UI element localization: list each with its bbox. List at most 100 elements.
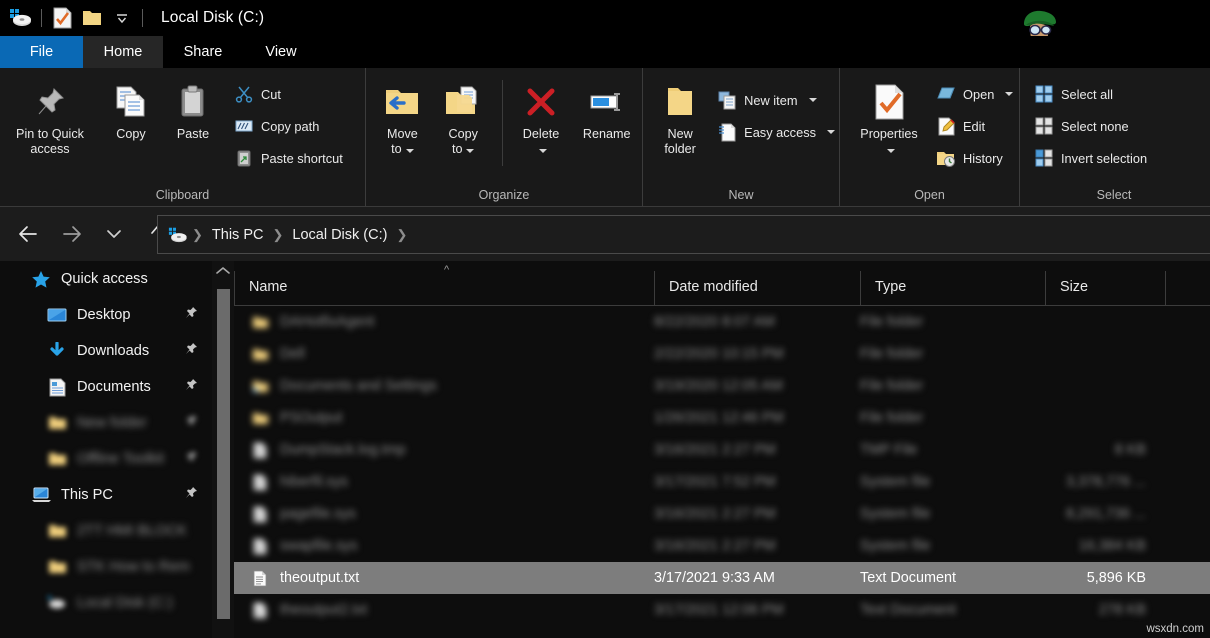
toolbar-divider (41, 9, 42, 27)
scrollbar-thumb[interactable] (217, 289, 230, 619)
table-row[interactable]: theoutput2.txt 3/17/2021 12:06 PM Text Doc… (234, 594, 1210, 626)
sidebar-item-documents[interactable]: Documents (0, 369, 212, 405)
folder-icon (46, 413, 68, 433)
navigation-pane-scrollbar[interactable] (212, 261, 234, 638)
chevron-down-icon[interactable] (827, 130, 835, 134)
pin-icon[interactable] (184, 414, 198, 434)
select-none-button[interactable]: Select none (1030, 110, 1151, 142)
sidebar-item-downloads[interactable]: Downloads (0, 333, 212, 369)
scissors-icon (234, 84, 254, 104)
new-folder-icon (662, 80, 698, 124)
sidebar-item-redacted-1[interactable]: New folder (0, 405, 212, 441)
breadcrumb-local-disk[interactable]: Local Disk (C:) (287, 227, 392, 243)
copy-to-button[interactable]: Copy to (433, 76, 494, 157)
pin-icon[interactable] (184, 378, 198, 398)
paste-shortcut-button[interactable]: Paste shortcut (230, 142, 347, 174)
sidebar-item-redacted-3[interactable]: 2TT HMI BLOCK (0, 513, 212, 549)
cell-type: File folder (860, 410, 924, 426)
documents-icon (46, 377, 68, 397)
tab-share[interactable]: Share (163, 36, 243, 68)
chevron-down-icon[interactable] (1005, 92, 1014, 96)
chevron-down-icon[interactable] (887, 149, 895, 153)
sidebar-item-redacted-2[interactable]: Offline Toolkit (0, 441, 212, 477)
new-folder-icon[interactable] (77, 3, 107, 33)
scroll-up-icon[interactable] (212, 261, 234, 281)
sidebar-item-label: Downloads (77, 343, 150, 359)
open-button[interactable]: Open (932, 78, 1017, 110)
cut-button[interactable]: Cut (230, 78, 347, 110)
copy-path-button[interactable]: Copy path (230, 110, 347, 142)
paste-button[interactable]: Paste (162, 76, 224, 142)
cell-file-name: Dell (234, 345, 654, 363)
cell-date-modified: 2/22/2020 10:15 PM (654, 346, 784, 362)
cell-type: Text Document (860, 570, 956, 586)
column-header-date-modified[interactable]: Date modified (654, 271, 860, 305)
sidebar-item-redacted-5[interactable]: Local Disk (C:) (0, 585, 212, 621)
ribbon: Pin to Quick access Copy Paste Cut Copy … (0, 68, 1210, 207)
file-name-label: hiberfil.sys (280, 474, 348, 490)
invert-selection-button[interactable]: Invert selection (1030, 142, 1151, 174)
new-item-button[interactable]: New item (713, 84, 839, 116)
cell-date-modified: 3/17/2021 12:06 PM (654, 602, 784, 618)
pin-icon[interactable] (184, 342, 198, 362)
cell-file-name: DumpStack.log.tmp (234, 441, 654, 459)
column-header-size[interactable]: Size (1045, 271, 1165, 305)
tab-file[interactable]: File (0, 36, 83, 68)
edit-button[interactable]: Edit (932, 110, 1017, 142)
chevron-down-icon[interactable] (808, 98, 817, 102)
pin-icon[interactable] (184, 306, 198, 326)
column-header-name[interactable]: Name (234, 271, 654, 305)
copy-icon (112, 80, 150, 124)
breadcrumb-this-pc[interactable]: This PC (207, 227, 269, 243)
properties-icon (872, 80, 906, 124)
rename-button[interactable]: Rename (571, 76, 642, 142)
pin-to-quick-access-button[interactable]: Pin to Quick access (0, 76, 100, 157)
cell-file-name: pagefile.sys (234, 505, 654, 523)
tab-home[interactable]: Home (83, 36, 163, 68)
recent-locations-button[interactable] (94, 214, 134, 254)
cell-type: Text Document (860, 602, 956, 618)
select-all-button[interactable]: Select all (1030, 78, 1151, 110)
properties-button[interactable]: Properties (848, 76, 930, 157)
drive-icon (46, 593, 68, 613)
pin-icon[interactable] (184, 450, 198, 470)
pin-icon[interactable] (184, 486, 198, 506)
table-row[interactable]: PSOutput 1/26/2021 12:46 PM File folder (234, 402, 1210, 434)
chevron-down-icon[interactable] (466, 149, 475, 153)
sidebar-item-quick-access[interactable]: Quick access (0, 261, 212, 297)
cell-type: System file (860, 474, 931, 490)
easy-access-button[interactable]: Easy access (713, 116, 839, 148)
chevron-down-icon[interactable] (107, 3, 137, 33)
table-row[interactable]: hiberfil.sys 3/17/2021 7:52 PM System file… (234, 466, 1210, 498)
new-folder-button[interactable]: New folder (651, 76, 709, 157)
drive-icon[interactable] (6, 3, 36, 33)
sidebar-item-desktop[interactable]: Desktop (0, 297, 212, 333)
table-row[interactable]: theoutput.txt 3/17/2021 9:33 AM Text Docum… (234, 562, 1210, 594)
cell-date-modified: 3/17/2021 9:33 AM (654, 570, 775, 586)
copy-to-label: Copy to (448, 127, 478, 156)
back-button[interactable] (8, 214, 48, 254)
chevron-down-icon[interactable] (539, 149, 547, 153)
forward-button[interactable] (52, 214, 92, 254)
table-row[interactable]: swapfile.sys 3/16/2021 2:27 PM System file… (234, 530, 1210, 562)
ribbon-group-label-organize: Organize (478, 188, 530, 202)
table-row[interactable]: Documents and Settings 3/19/2020 12:05 AM… (234, 370, 1210, 402)
breadcrumb-separator: ❯ (272, 226, 284, 242)
table-row[interactable]: pagefile.sys 3/16/2021 2:27 PM System file… (234, 498, 1210, 530)
history-button[interactable]: History (932, 142, 1017, 174)
table-row[interactable]: Dell 2/22/2020 10:15 PM File folder (234, 338, 1210, 370)
chevron-down-icon[interactable] (405, 149, 414, 153)
table-row[interactable]: DAHotfixAgent 8/22/2020 8:07 AM File folde… (234, 306, 1210, 338)
breadcrumb-separator[interactable]: ❯ (392, 227, 411, 243)
table-row[interactable]: DumpStack.log.tmp 3/16/2021 2:27 PM TMP Fi… (234, 434, 1210, 466)
delete-button[interactable]: Delete (511, 76, 572, 157)
sidebar-item-redacted-4[interactable]: STK How to Rem (0, 549, 212, 585)
copy-button[interactable]: Copy (100, 76, 162, 142)
move-to-button[interactable]: Move to (372, 76, 433, 157)
ribbon-group-new: New folder New item Easy access New (642, 68, 839, 206)
address-bar[interactable]: ❯ This PC ❯ Local Disk (C:) ❯ (157, 215, 1210, 254)
column-header-type[interactable]: Type (860, 271, 1045, 305)
tab-view[interactable]: View (243, 36, 319, 68)
sidebar-item-this-pc[interactable]: This PC (0, 477, 212, 513)
properties-icon[interactable] (47, 3, 77, 33)
